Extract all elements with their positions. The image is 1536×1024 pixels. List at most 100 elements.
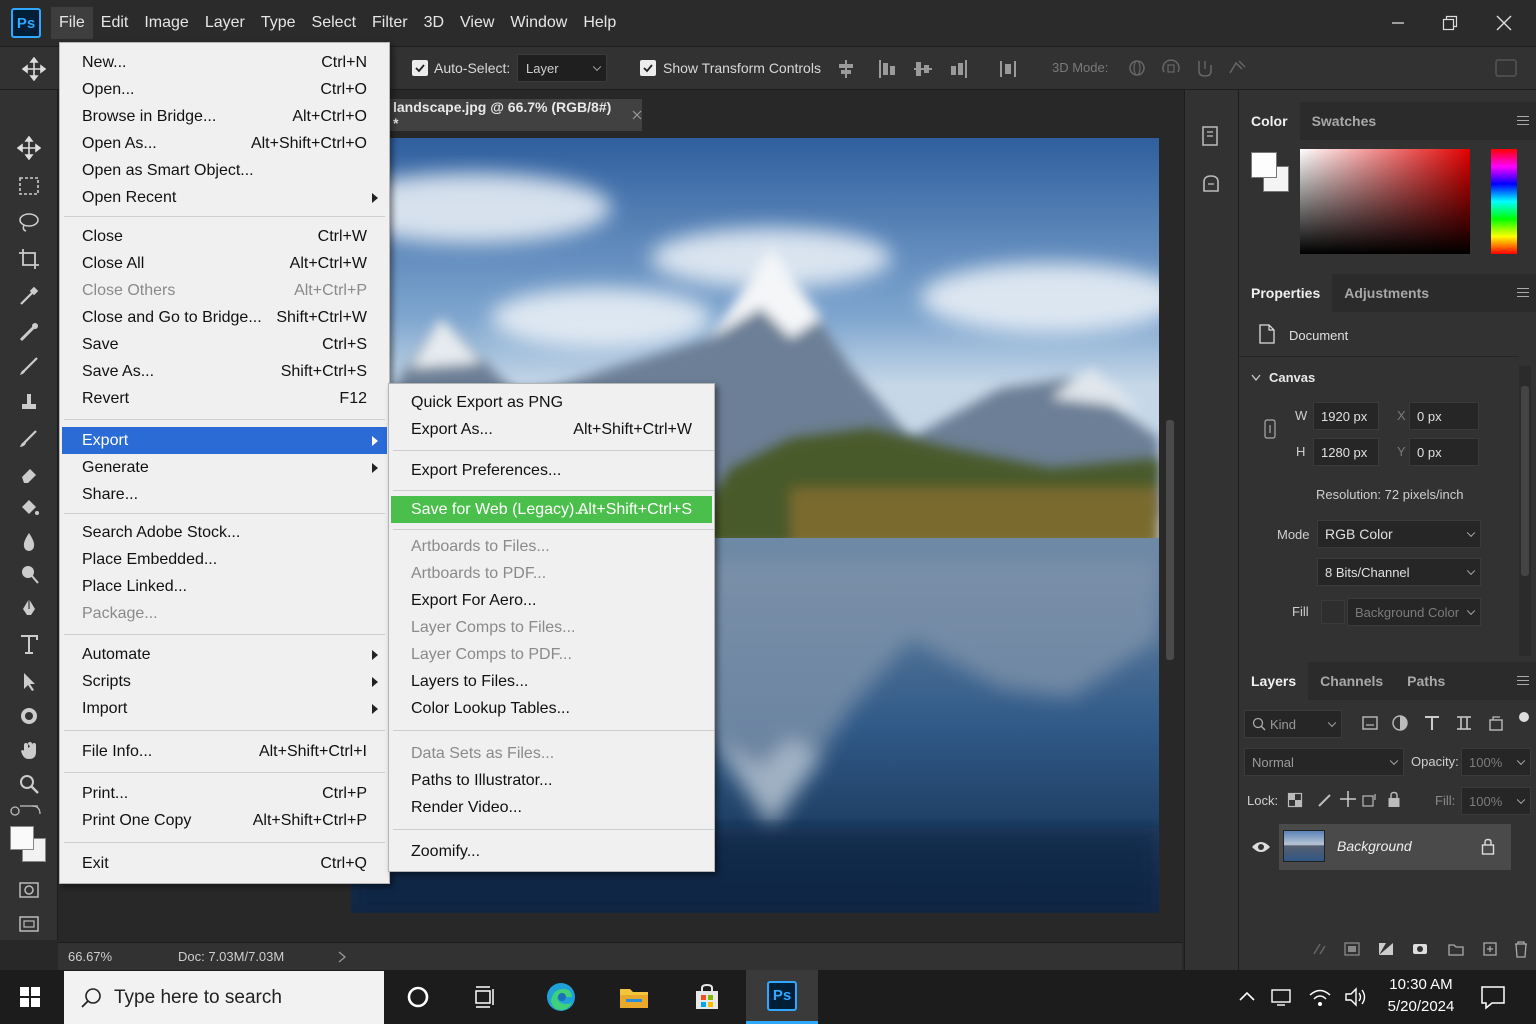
move-tool[interactable] [15, 134, 43, 162]
panel-menu-icon[interactable] [1517, 288, 1529, 297]
layer-lock-icon[interactable] [1481, 838, 1495, 855]
tab-channels[interactable]: Channels [1308, 662, 1395, 700]
zoom-level[interactable]: 66.67% [68, 949, 112, 964]
trash-icon[interactable] [1513, 940, 1529, 958]
layer-row-background[interactable]: Background [1279, 824, 1511, 870]
menu-help[interactable]: Help [575, 7, 624, 39]
blur-tool[interactable] [15, 528, 43, 556]
tab-swatches[interactable]: Swatches [1300, 102, 1389, 140]
filter-smart-object-icon[interactable] [1487, 714, 1505, 732]
lock-image-pixels-icon[interactable] [1317, 792, 1333, 808]
auto-select-dropdown[interactable]: Layer [517, 54, 607, 82]
menu-item-import[interactable]: Import [62, 695, 387, 722]
menu-item-save-for-web[interactable]: Save for Web (Legacy)... Alt+Shift+Ctrl+S [391, 496, 712, 523]
menu-item-file-info[interactable]: File Info... Alt+Shift+Ctrl+I [62, 738, 387, 765]
shape-tool[interactable] [15, 702, 43, 730]
healing-brush-tool[interactable] [15, 318, 43, 346]
menu-item-revert[interactable]: Revert F12 [62, 385, 387, 412]
eyedropper-tool[interactable] [15, 282, 43, 310]
brush-tool[interactable] [15, 352, 43, 380]
distribute-button[interactable] [998, 59, 1018, 79]
libraries-panel-button[interactable] [1199, 172, 1223, 196]
tab-color[interactable]: Color [1239, 102, 1300, 140]
align-left-button[interactable] [878, 59, 898, 79]
3d-roll-button[interactable] [1160, 57, 1182, 79]
menu-item-scripts[interactable]: Scripts [62, 668, 387, 695]
foreground-swatch[interactable] [1251, 152, 1277, 178]
menu-item-export-as[interactable]: Export As... Alt+Shift+Ctrl+W [391, 416, 712, 443]
menu-item-open-as[interactable]: Open As... Alt+Shift+Ctrl+O [62, 130, 387, 157]
show-transform-checkbox[interactable] [640, 60, 656, 76]
menu-item-close-go-bridge[interactable]: Close and Go to Bridge... Shift+Ctrl+W [62, 304, 387, 331]
panel-menu-icon[interactable] [1517, 676, 1529, 685]
menu-edit[interactable]: Edit [93, 7, 137, 39]
crop-tool[interactable] [15, 245, 43, 273]
menu-item-close-all[interactable]: Close All Alt+Ctrl+W [62, 250, 387, 277]
taskbar-clock[interactable]: 10:30 AM 5/20/2024 [1374, 976, 1468, 1015]
link-dimensions-icon[interactable] [1263, 418, 1277, 440]
menu-item-save[interactable]: Save Ctrl+S [62, 331, 387, 358]
lock-all-icon[interactable] [1387, 791, 1401, 808]
menu-item-export-for-aero[interactable]: Export For Aero... [391, 587, 712, 614]
tab-layers[interactable]: Layers [1239, 662, 1309, 700]
new-layer-icon[interactable] [1481, 940, 1499, 958]
lock-position-icon[interactable] [1339, 790, 1357, 808]
height-field[interactable]: 1280 px [1313, 438, 1379, 466]
notification-center-button[interactable] [1480, 984, 1506, 1010]
menu-layer[interactable]: Layer [197, 7, 253, 39]
lasso-tool[interactable] [15, 208, 43, 236]
menu-item-color-lookup-tables[interactable]: Color Lookup Tables... [391, 695, 712, 722]
menu-item-close[interactable]: Close Ctrl+W [62, 223, 387, 250]
filter-adjustment-icon[interactable] [1391, 714, 1409, 732]
menu-item-place-embedded[interactable]: Place Embedded... [62, 546, 387, 573]
tab-properties[interactable]: Properties [1239, 274, 1333, 312]
blend-mode-dropdown[interactable]: Normal [1244, 748, 1404, 776]
layer-fill-field[interactable]: 100% [1461, 787, 1531, 815]
document-tab[interactable]: landscape.jpg @ 66.7% (RGB/8#) * [385, 99, 642, 131]
marquee-tool[interactable] [15, 172, 43, 200]
taskbar-search-box[interactable]: Type here to search [64, 971, 384, 1024]
foreground-color-swatch[interactable] [10, 826, 34, 850]
filter-toggle[interactable] [1519, 712, 1529, 722]
3d-drag-button[interactable] [1194, 57, 1216, 79]
menu-window[interactable]: Window [502, 7, 575, 39]
screen-mode-button[interactable] [15, 910, 43, 938]
tab-paths[interactable]: Paths [1395, 662, 1457, 700]
tray-display-button[interactable] [1270, 986, 1292, 1008]
filter-pixel-icon[interactable] [1361, 714, 1379, 732]
3d-slide-button[interactable] [1226, 57, 1248, 79]
menu-item-search-adobe-stock[interactable]: Search Adobe Stock... [62, 519, 387, 546]
menu-filter[interactable]: Filter [364, 7, 416, 39]
edge-browser-button[interactable] [531, 970, 591, 1024]
mode-dropdown[interactable]: RGB Color [1317, 520, 1481, 548]
photoshop-taskbar-button[interactable]: Ps [746, 970, 818, 1024]
task-view-button[interactable] [456, 970, 516, 1024]
link-layers-icon[interactable] [1311, 940, 1329, 958]
menu-item-paths-to-illustrator[interactable]: Paths to Illustrator... [391, 767, 712, 794]
menu-view[interactable]: View [452, 7, 502, 39]
cortana-button[interactable] [388, 970, 448, 1024]
menu-item-open-smart-object[interactable]: Open as Smart Object... [62, 157, 387, 184]
menu-item-save-as[interactable]: Save As... Shift+Ctrl+S [62, 358, 387, 385]
close-window-button[interactable] [1478, 8, 1530, 38]
microsoft-store-button[interactable] [677, 970, 737, 1024]
history-brush-tool[interactable] [15, 424, 43, 452]
fill-color-swatch[interactable] [1321, 600, 1345, 624]
filter-shape-icon[interactable] [1455, 714, 1473, 732]
menu-item-export[interactable]: Export [62, 427, 387, 454]
eraser-tool[interactable] [15, 460, 43, 488]
volume-button[interactable] [1344, 986, 1368, 1008]
align-button[interactable] [836, 59, 856, 79]
show-hidden-icons-button[interactable] [1238, 988, 1256, 1006]
layer-style-icon[interactable] [1343, 940, 1361, 958]
document-scrollbar[interactable] [1166, 420, 1174, 660]
network-button[interactable] [1308, 986, 1332, 1008]
align-right-button[interactable] [948, 59, 968, 79]
menu-3d[interactable]: 3D [416, 7, 452, 39]
menu-item-new[interactable]: New... Ctrl+N [62, 49, 387, 76]
new-group-icon[interactable] [1447, 940, 1465, 958]
menu-item-export-preferences[interactable]: Export Preferences... [391, 457, 712, 484]
layer-name[interactable]: Background [1337, 838, 1412, 854]
hand-tool[interactable] [15, 736, 43, 764]
dodge-tool[interactable] [15, 560, 43, 588]
